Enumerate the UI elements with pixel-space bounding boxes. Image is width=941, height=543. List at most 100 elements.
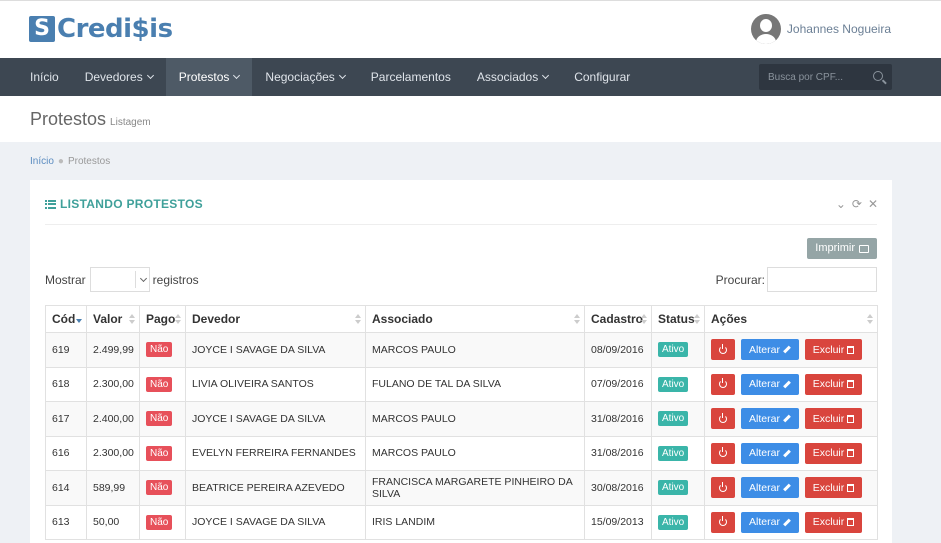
sort-icon <box>129 314 135 325</box>
page-length-select[interactable] <box>89 267 150 292</box>
delete-label: Excluir <box>812 412 845 425</box>
cell-cadastro: 31/08/2016 <box>584 435 652 471</box>
nav-item-negociacoes[interactable]: Negociações <box>252 58 357 96</box>
toggle-button[interactable] <box>711 477 735 499</box>
delete-label: Excluir <box>812 343 845 356</box>
cell-cadastro: 31/08/2016 <box>584 401 652 437</box>
nav-item-configurar[interactable]: Configurar <box>561 58 643 96</box>
nav-item-inicio[interactable]: Início <box>0 58 72 96</box>
user-name[interactable]: Johannes Nogueira <box>787 22 891 36</box>
toggle-button[interactable] <box>711 442 735 464</box>
trash-icon <box>847 380 855 389</box>
edit-button[interactable]: Alterar <box>741 511 799 533</box>
edit-button[interactable]: Alterar <box>741 477 799 499</box>
nav-item-label: Devedores <box>84 70 143 84</box>
print-icon <box>859 244 869 253</box>
cell-actions: Alterar Excluir <box>704 435 878 471</box>
toggle-button[interactable] <box>711 408 735 430</box>
column-header[interactable]: Pago <box>139 305 186 333</box>
search-icon[interactable] <box>873 71 883 81</box>
cell-cod: 614 <box>45 470 87 506</box>
status-badge: Ativo <box>658 514 689 530</box>
records-label: registros <box>152 272 199 287</box>
cell-valor: 50,00 <box>86 504 140 540</box>
toggle-button[interactable] <box>711 339 735 361</box>
column-header[interactable]: Ações <box>704 305 878 333</box>
table-filter: Procurar: <box>716 267 877 292</box>
delete-button[interactable]: Excluir <box>805 373 862 395</box>
user-menu[interactable]: Johannes Nogueira <box>750 14 891 44</box>
print-label: Imprimir <box>815 242 855 254</box>
delete-button[interactable]: Excluir <box>805 511 862 533</box>
breadcrumb: Início ● Protestos <box>30 156 110 167</box>
logo-mark: S <box>29 16 55 42</box>
edit-button[interactable]: Alterar <box>741 442 799 464</box>
status-badge: Ativo <box>658 411 689 427</box>
sort-icon <box>867 314 873 325</box>
column-header[interactable]: Cód <box>45 305 87 333</box>
table-search-input[interactable] <box>767 267 877 292</box>
cell-actions: Alterar Excluir <box>704 470 878 506</box>
delete-button[interactable]: Excluir <box>805 477 862 499</box>
print-button[interactable]: Imprimir <box>807 238 877 259</box>
nav-item-protestos[interactable]: Protestos <box>165 58 253 96</box>
delete-label: Excluir <box>812 447 845 460</box>
cell-status: Ativo <box>651 332 705 368</box>
cell-pago: Não <box>139 401 186 437</box>
cell-cadastro: 07/09/2016 <box>584 366 652 402</box>
portlet-title-text: LISTANDO PROTESTOS <box>60 197 203 211</box>
chevron-down-icon <box>338 71 346 80</box>
column-header[interactable]: Associado <box>365 305 585 333</box>
column-header[interactable]: Cadastro <box>584 305 652 333</box>
chevron-down-icon <box>139 274 147 283</box>
edit-label: Alterar <box>749 343 780 356</box>
page-length-control: Mostrar registros <box>45 267 199 292</box>
column-header[interactable]: Valor <box>86 305 140 333</box>
delete-label: Excluir <box>812 516 845 529</box>
cell-pago: Não <box>139 332 186 368</box>
cell-cod: 618 <box>45 366 87 402</box>
page-title: Protestos Listagem <box>30 109 151 130</box>
avatar[interactable] <box>750 14 781 44</box>
delete-label: Excluir <box>812 481 845 494</box>
column-header[interactable]: Status <box>651 305 705 333</box>
edit-label: Alterar <box>749 447 780 460</box>
close-icon[interactable]: ✕ <box>868 197 878 211</box>
breadcrumb-home[interactable]: Início <box>30 156 54 167</box>
paid-badge: Não <box>146 342 173 358</box>
power-icon <box>719 378 727 389</box>
cell-associado: MARCOS PAULO <box>365 435 585 471</box>
edit-button[interactable]: Alterar <box>741 339 799 361</box>
cpf-search <box>759 64 892 90</box>
sort-icon <box>694 314 700 325</box>
cell-devedor: JOYCE I SAVAGE DA SILVA <box>185 401 366 437</box>
delete-button[interactable]: Excluir <box>805 339 862 361</box>
cell-pago: Não <box>139 435 186 471</box>
toggle-button[interactable] <box>711 511 735 533</box>
table-row: 613 50,00 Não JOYCE I SAVAGE DA SILVA IRIS L… <box>45 504 878 540</box>
collapse-icon[interactable]: ⌄ <box>836 197 846 211</box>
status-badge: Ativo <box>658 445 689 461</box>
app-logo[interactable]: S Credi$is <box>29 14 173 44</box>
cpf-search-input[interactable] <box>759 71 864 83</box>
toggle-button[interactable] <box>711 373 735 395</box>
cell-valor: 2.400,00 <box>86 401 140 437</box>
table-row: 614 589,99 Não BEATRICE PEREIRA AZEVEDO FRAN… <box>45 470 878 506</box>
edit-button[interactable]: Alterar <box>741 373 799 395</box>
reload-icon[interactable]: ⟳ <box>852 197 862 211</box>
nav-item-label: Parcelamentos <box>370 70 451 84</box>
portlet-tools: ⌄ ⟳ ✕ <box>836 197 878 211</box>
nav-item-parcelamentos[interactable]: Parcelamentos <box>358 58 464 96</box>
nav-item-label: Início <box>30 70 59 84</box>
edit-button[interactable]: Alterar <box>741 408 799 430</box>
delete-button[interactable]: Excluir <box>805 442 862 464</box>
cell-cod: 616 <box>45 435 87 471</box>
delete-button[interactable]: Excluir <box>805 408 862 430</box>
trash-icon <box>847 518 855 527</box>
nav-item-devedores[interactable]: Devedores <box>72 58 166 96</box>
power-icon <box>719 412 727 423</box>
nav-item-associados[interactable]: Associados <box>464 58 561 96</box>
column-header[interactable]: Devedor <box>185 305 366 333</box>
status-badge: Ativo <box>658 342 689 358</box>
edit-label: Alterar <box>749 481 780 494</box>
